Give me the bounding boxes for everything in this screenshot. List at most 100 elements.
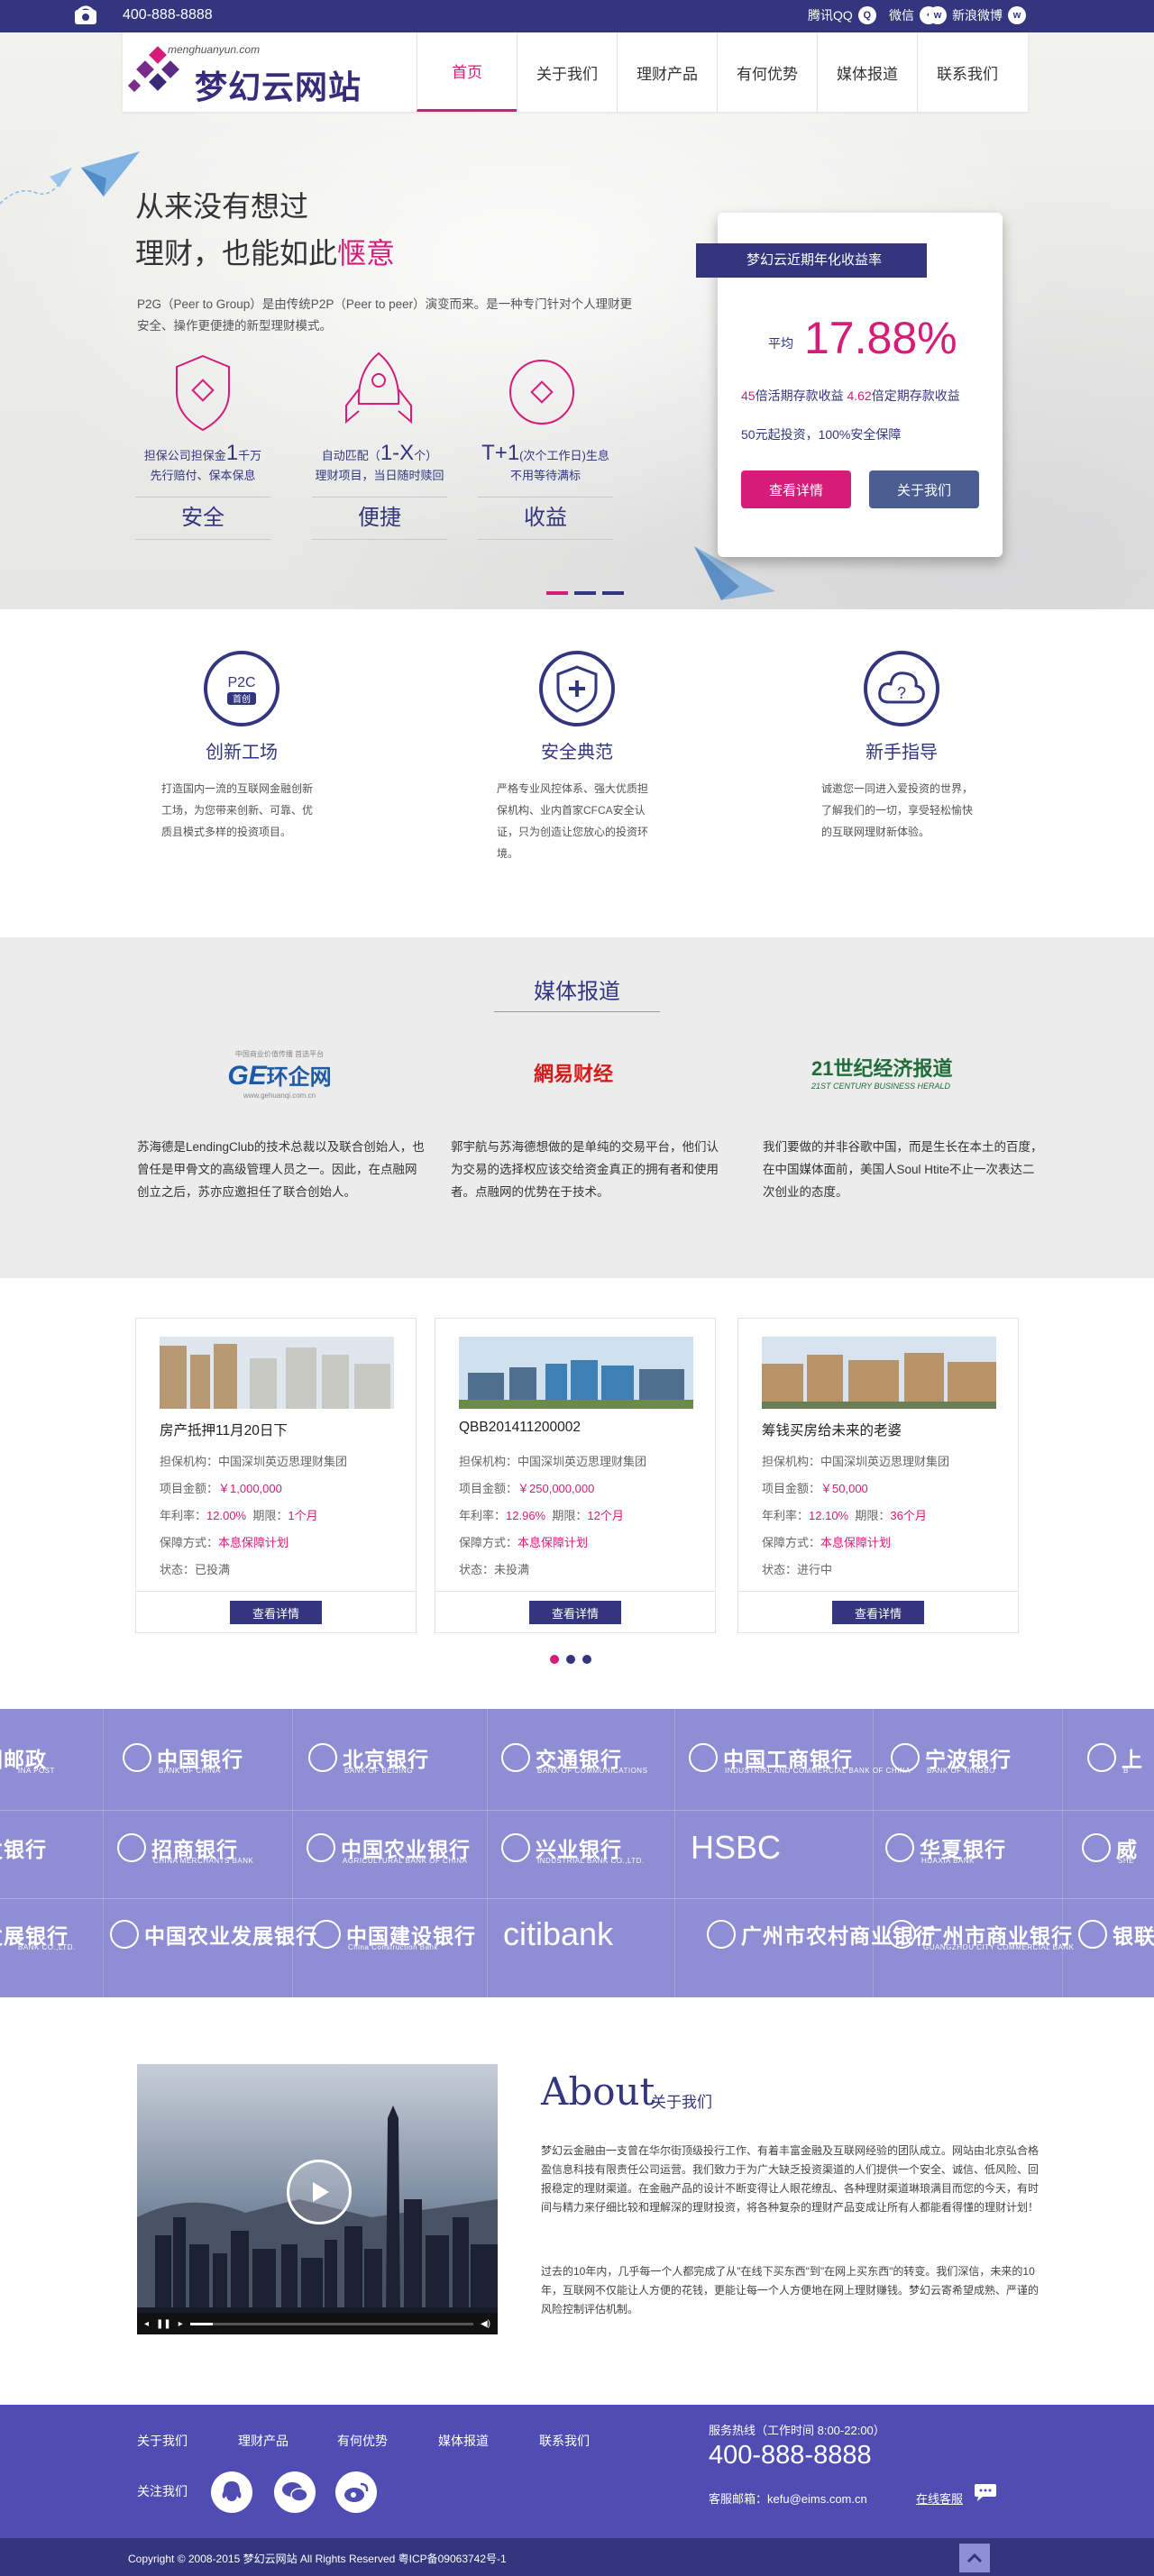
paper-plane-icon <box>0 151 140 205</box>
p2c-icon: P2C 首创 <box>204 651 279 726</box>
bank-emblem-icon <box>891 1743 920 1772</box>
footer-link-products[interactable]: 理财产品 <box>238 2432 288 2450</box>
bank-logo[interactable]: 中国建设银行 China Construction Bank <box>312 1916 476 1952</box>
footer-link-contact[interactable]: 联系我们 <box>539 2432 590 2450</box>
nav-item-products[interactable]: 理财产品 <box>617 32 717 112</box>
about-subtitle: 关于我们 <box>651 2094 712 2111</box>
nav-item-about[interactable]: 关于我们 <box>517 32 617 112</box>
innovation-text: 打造国内一流的互联网金融创新工场，为您带来创新、可靠、优质且模式多样的投资项目。 <box>161 782 314 838</box>
about-video[interactable]: ◂ ❚❚ ▸ ◀) <box>137 2064 498 2334</box>
bank-logo[interactable]: 中国工商银行 INDUSTRIAL AND COMMERCIAL BANK OF … <box>689 1740 911 1776</box>
product-detail-button[interactable]: 查看详情 <box>230 1601 322 1624</box>
guide-text: 诚邀您一同进入爱投资的世界，了解我们的一切，享受轻松愉快的互联网理财新体验。 <box>821 782 974 838</box>
forward-icon[interactable]: ▸ <box>179 2319 183 2329</box>
bank-logo[interactable]: 发银行 <box>0 1830 47 1866</box>
feature-returns-line2: 不用等待满标 <box>509 469 581 482</box>
bank-logo[interactable]: 银联 <box>1078 1916 1154 1952</box>
qq-icon: Q <box>857 6 876 24</box>
pause-icon[interactable]: ❚❚ <box>156 2319 171 2329</box>
product-detail-button[interactable]: 查看详情 <box>832 1601 924 1624</box>
bank-logo[interactable]: 宁波银行 BANK OF NINGBO <box>891 1740 1012 1776</box>
product-detail-button[interactable]: 查看详情 <box>529 1601 621 1624</box>
rate-compare: 45倍活期存款收益 4.62倍定期存款收益 <box>741 388 960 403</box>
svg-text:?: ? <box>897 684 906 702</box>
bank-logo[interactable]: 交通银行 BANK OF COMMUNICATIONS <box>501 1740 647 1776</box>
bank-logo[interactable]: 北京银行 BANK OF BEIJING <box>308 1740 429 1776</box>
follow-us-label: 关注我们 <box>137 2484 188 2498</box>
bank-logo[interactable]: 上B <box>1087 1740 1143 1776</box>
bank-name: 银联 <box>1113 1924 1154 1948</box>
footer-link-media[interactable]: 媒体报道 <box>438 2432 489 2450</box>
21st-century-logo[interactable]: 21世纪经济报道 21ST CENTURY BUSINESS HERALD <box>811 1053 974 1091</box>
bank-emblem-icon <box>707 1920 736 1949</box>
huanqi-logo[interactable]: 中国商业价值传播 首选平台 GE 环企网 www.gehuanqi.com.cn <box>216 1049 343 1103</box>
feature-safe: 担保公司担保金1千万 先行赔付、保本保息 安全 <box>135 348 270 540</box>
qq-link[interactable]: 腾讯QQ Q <box>808 6 876 24</box>
product-name[interactable]: 筹钱买房给未来的老婆 <box>762 1420 902 1439</box>
site-logo[interactable]: menghuanyun.com 梦幻云网站 <box>123 40 393 105</box>
video-progress-bar[interactable] <box>189 2322 473 2325</box>
nav-item-contact[interactable]: 联系我们 <box>917 32 1017 112</box>
bank-logo[interactable]: 华夏银行 HUAXIA BANK <box>885 1830 1006 1866</box>
volume-icon[interactable]: ◀) <box>481 2319 490 2329</box>
shield-icon <box>539 651 615 726</box>
media-section: 媒体报道 中国商业价值传播 首选平台 GE 环企网 www.gehuanqi.co… <box>0 937 1154 1278</box>
bank-name-en: AGRICULTURAL BANK OF CHINA <box>343 1857 468 1865</box>
netease-finance-logo[interactable]: 網易财经 <box>534 1058 613 1087</box>
bank-col-divider <box>487 1709 488 1997</box>
rate-avg-label: 平均 <box>768 336 793 351</box>
bank-logo[interactable]: 威 SHE <box>1082 1830 1138 1866</box>
wechat-follow-icon[interactable] <box>274 2471 316 2513</box>
qq-follow-icon[interactable] <box>211 2471 252 2513</box>
bank-name-en: BANK OF NINGBO <box>927 1767 995 1775</box>
nav-item-advantages[interactable]: 有何优势 <box>717 32 817 112</box>
footer-link-advantages[interactable]: 有何优势 <box>337 2432 388 2450</box>
bank-logo[interactable]: 国邮政INA POST <box>0 1740 54 1776</box>
online-service-link[interactable]: 在线客服 <box>916 2489 963 2507</box>
bank-col-divider <box>674 1709 675 1997</box>
weibo-link[interactable]: w 新浪微博 w <box>929 6 1026 24</box>
back-to-top-button[interactable] <box>959 2544 990 2572</box>
slider-dot[interactable] <box>566 1655 575 1664</box>
bank-logo[interactable]: 广州市商业银行 GUANGZHOU CITY COMMERCIAL BANK <box>887 1916 1074 1952</box>
rewind-icon[interactable]: ◂ <box>144 2319 149 2329</box>
safety-title: 安全典范 <box>541 743 613 763</box>
bank-logo[interactable]: 发展银行BANK CO.,LTD. <box>0 1916 75 1952</box>
slider-dot[interactable] <box>574 591 596 595</box>
bank-logo[interactable]: 中国农业发展银行 <box>110 1916 317 1952</box>
product-org: 担保机构：中国深圳英迈思理财集团 <box>762 1455 950 1468</box>
product-guarantee: 保障方式：本息保障计划 <box>160 1536 289 1549</box>
bank-logo[interactable]: 兴业银行 INDUSTRIAL BANK CO.,LTD. <box>501 1830 644 1866</box>
product-amount: 项目金额：￥50,000 <box>762 1482 868 1495</box>
bank-emblem-icon <box>123 1743 151 1772</box>
bank-name-en: BANK OF BEIJING <box>344 1767 413 1775</box>
weibo-follow-icon[interactable] <box>335 2471 377 2513</box>
bank-logo[interactable]: 中国银行 BANK OF CHINA <box>123 1740 243 1776</box>
slider-dot[interactable] <box>602 591 624 595</box>
bank-logo[interactable]: 中国农业银行 AGRICULTURAL BANK OF CHINA <box>307 1830 471 1866</box>
bank-logo[interactable]: HSBC <box>691 1829 781 1866</box>
footer-link-about[interactable]: 关于我们 <box>137 2432 188 2450</box>
weibo-icon-left: w <box>929 6 947 24</box>
topbar-phone: 400-888-8888 <box>123 7 213 23</box>
nav-item-home[interactable]: 首页 <box>417 32 517 112</box>
bank-name: 发银行 <box>0 1838 47 1861</box>
about-us-button[interactable]: 关于我们 <box>869 470 979 508</box>
bank-emblem-icon <box>887 1920 916 1949</box>
view-detail-button[interactable]: 查看详情 <box>741 470 851 508</box>
bank-logo[interactable]: citibank <box>503 1915 613 1952</box>
nav-item-media[interactable]: 媒体报道 <box>817 32 917 112</box>
bank-name-en: INDUSTRIAL AND COMMERCIAL BANK OF CHINA <box>725 1767 911 1775</box>
slider-dot[interactable] <box>550 1655 559 1664</box>
product-slider-dots <box>550 1655 591 1664</box>
bank-logo[interactable]: 招商银行 CHINA MERCHANTS BANK <box>117 1830 253 1866</box>
slider-dot[interactable] <box>582 1655 591 1664</box>
bank-name-en: China Construction Bank <box>348 1943 438 1951</box>
product-name[interactable]: QBB201411200002 <box>459 1420 581 1436</box>
slider-dot[interactable] <box>546 591 568 595</box>
play-button[interactable] <box>287 2160 352 2224</box>
bank-emblem-icon <box>307 1833 335 1862</box>
product-name[interactable]: 房产抵押11月20日下 <box>160 1420 288 1439</box>
video-controls: ◂ ❚❚ ▸ ◀) <box>137 2313 498 2334</box>
bank-name-en: INDUSTRIAL BANK CO.,LTD. <box>537 1857 645 1865</box>
